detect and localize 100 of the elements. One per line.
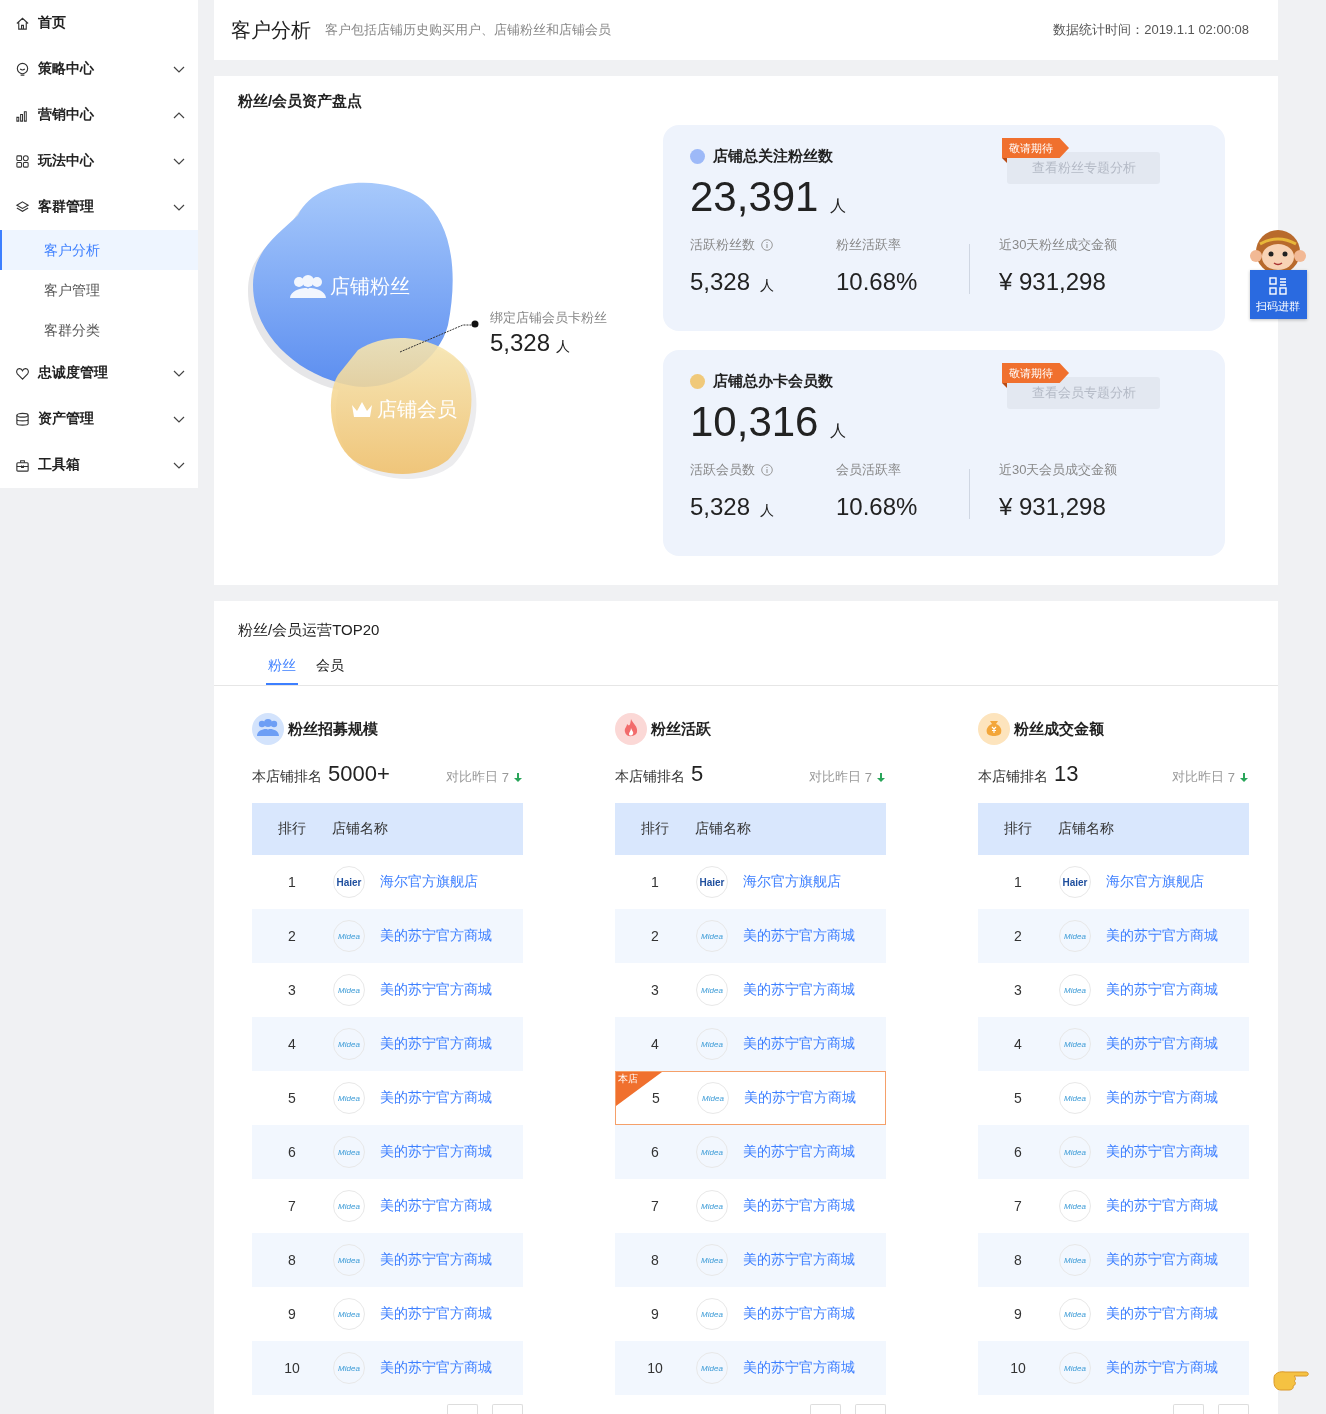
sidebar-item[interactable]: 客群管理: [0, 184, 198, 230]
grid-icon: [15, 153, 30, 169]
store-link[interactable]: 美的苏宁官方商城: [1106, 981, 1218, 999]
store-link[interactable]: 美的苏宁官方商城: [743, 1251, 855, 1269]
column-header: 店铺名称: [695, 820, 751, 838]
home-icon: [15, 15, 30, 31]
rank-cell: 7: [1014, 1198, 1022, 1214]
metric-value: 5,328 人: [690, 268, 776, 296]
rank-cell: 9: [651, 1306, 659, 1322]
column-header: 店铺名称: [332, 820, 388, 838]
column-header: 排行: [1004, 820, 1032, 838]
section-title: 粉丝/会员运营TOP20: [238, 621, 380, 639]
venn-label: 店铺会员: [351, 396, 457, 423]
rank-cell: 4: [288, 1036, 296, 1052]
column-header: 排行: [641, 820, 669, 838]
store-link[interactable]: 美的苏宁官方商城: [1106, 927, 1218, 945]
store-link[interactable]: 美的苏宁官方商城: [380, 1197, 492, 1215]
store-link[interactable]: 海尔官方旗舰店: [743, 873, 841, 891]
column-header: 店铺名称: [1058, 820, 1114, 838]
rank-cell: 6: [1014, 1144, 1022, 1160]
store-link[interactable]: 美的苏宁官方商城: [380, 1359, 492, 1377]
tab[interactable]: 会员: [314, 657, 346, 685]
rank-cell: 2: [288, 928, 296, 944]
rank-cell: 10: [647, 1360, 663, 1376]
column-header: 排行: [278, 820, 306, 838]
pagination-button[interactable]: [1218, 1404, 1249, 1414]
stat-time: 数据统计时间：2019.1.1 02:00:08: [1053, 21, 1249, 39]
metric-label: 活跃粉丝数: [690, 236, 755, 254]
database-icon: [15, 411, 30, 427]
pagination-button[interactable]: [855, 1404, 886, 1414]
store-link[interactable]: 美的苏宁官方商城: [1106, 1143, 1218, 1161]
people-icon: [252, 713, 284, 745]
overlap-value: 5,328 人: [490, 329, 571, 357]
store-link[interactable]: 美的苏宁官方商城: [1106, 1197, 1218, 1215]
store-link[interactable]: 美的苏宁官方商城: [743, 1143, 855, 1161]
sidebar-item[interactable]: 玩法中心: [0, 138, 198, 184]
sidebar-item[interactable]: 资产管理: [0, 396, 198, 442]
rank-label: 本店铺排名: [978, 768, 1048, 786]
pagination-button[interactable]: [1173, 1404, 1204, 1414]
rank-cell: 4: [651, 1036, 659, 1052]
card-title: 店铺总关注粉丝数: [713, 147, 833, 166]
sidebar-item[interactable]: 工具箱: [0, 442, 198, 488]
store-link[interactable]: 美的苏宁官方商城: [743, 1197, 855, 1215]
store-link[interactable]: 美的苏宁官方商城: [1106, 1305, 1218, 1323]
store-link[interactable]: 美的苏宁官方商城: [1106, 1251, 1218, 1269]
submenu-item[interactable]: 客群分类: [0, 310, 198, 350]
metric-label: 近30天会员成交金额: [999, 461, 1118, 479]
store-link[interactable]: 美的苏宁官方商城: [380, 1143, 492, 1161]
rank-cell: 8: [288, 1252, 296, 1268]
compare-label: 对比昨日: [808, 768, 861, 786]
store-link[interactable]: 美的苏宁官方商城: [380, 1251, 492, 1269]
rank-cell: 1: [288, 874, 296, 890]
store-link[interactable]: 美的苏宁官方商城: [380, 981, 492, 999]
rank-cell: 4: [1014, 1036, 1022, 1052]
store-link[interactable]: 美的苏宁官方商城: [743, 927, 855, 945]
rank-cell: 5: [1014, 1090, 1022, 1106]
rank-label: 本店铺排名: [252, 768, 322, 786]
rank-cell: 10: [1010, 1360, 1026, 1376]
metric-label: 活跃会员数: [690, 461, 755, 479]
compare-value: 7: [1227, 769, 1235, 785]
metric-value: 10.68%: [836, 268, 919, 296]
sidebar-item[interactable]: 营销中心: [0, 92, 198, 138]
rank-cell: 3: [651, 982, 659, 998]
metric-value: 10.68%: [836, 493, 919, 521]
submenu-item[interactable]: 客户管理: [0, 270, 198, 310]
pagination-button[interactable]: [492, 1404, 523, 1414]
rank-cell: 2: [651, 928, 659, 944]
sidebar-item[interactable]: 忠诚度管理: [0, 350, 198, 396]
sidebar-item[interactable]: 首页: [0, 0, 198, 46]
scan-to-join-button[interactable]: 扫码进群: [1249, 270, 1307, 319]
venn-label: 店铺粉丝: [290, 273, 410, 300]
rank-cell: 6: [288, 1144, 296, 1160]
submenu-item[interactable]: 客户分析: [0, 230, 198, 270]
store-link[interactable]: 美的苏宁官方商城: [1106, 1089, 1218, 1107]
store-link[interactable]: 美的苏宁官方商城: [380, 1035, 492, 1053]
store-link[interactable]: 海尔官方旗舰店: [1106, 873, 1204, 891]
store-link[interactable]: 美的苏宁官方商城: [1106, 1035, 1218, 1053]
store-link[interactable]: 美的苏宁官方商城: [743, 1035, 855, 1053]
metric-value: ¥ 931,298: [999, 493, 1107, 521]
pagination-button[interactable]: [810, 1404, 841, 1414]
metric-value: ¥ 931,298: [999, 268, 1107, 296]
store-link[interactable]: 美的苏宁官方商城: [380, 1089, 492, 1107]
bulb-icon: [15, 61, 30, 77]
pagination-button[interactable]: [447, 1404, 478, 1414]
section-title: 粉丝/会员资产盘点: [238, 92, 363, 110]
metric-value: 5,328 人: [690, 493, 776, 521]
store-link[interactable]: 美的苏宁官方商城: [743, 1359, 855, 1377]
store-link[interactable]: 美的苏宁官方商城: [1106, 1359, 1218, 1377]
store-link[interactable]: 美的苏宁官方商城: [380, 1305, 492, 1323]
tab[interactable]: 粉丝: [266, 657, 298, 685]
store-link[interactable]: 美的苏宁官方商城: [743, 981, 855, 999]
store-link[interactable]: 海尔官方旗舰店: [380, 873, 478, 891]
sidebar-item[interactable]: 策略中心: [0, 46, 198, 92]
overlap-label: 绑定店铺会员卡粉丝: [490, 309, 607, 327]
heart-icon: [15, 365, 30, 381]
store-link[interactable]: 美的苏宁官方商城: [744, 1089, 856, 1107]
people-icon: [290, 273, 326, 300]
rank-label: 本店铺排名: [615, 768, 685, 786]
store-link[interactable]: 美的苏宁官方商城: [380, 927, 492, 945]
store-link[interactable]: 美的苏宁官方商城: [743, 1305, 855, 1323]
